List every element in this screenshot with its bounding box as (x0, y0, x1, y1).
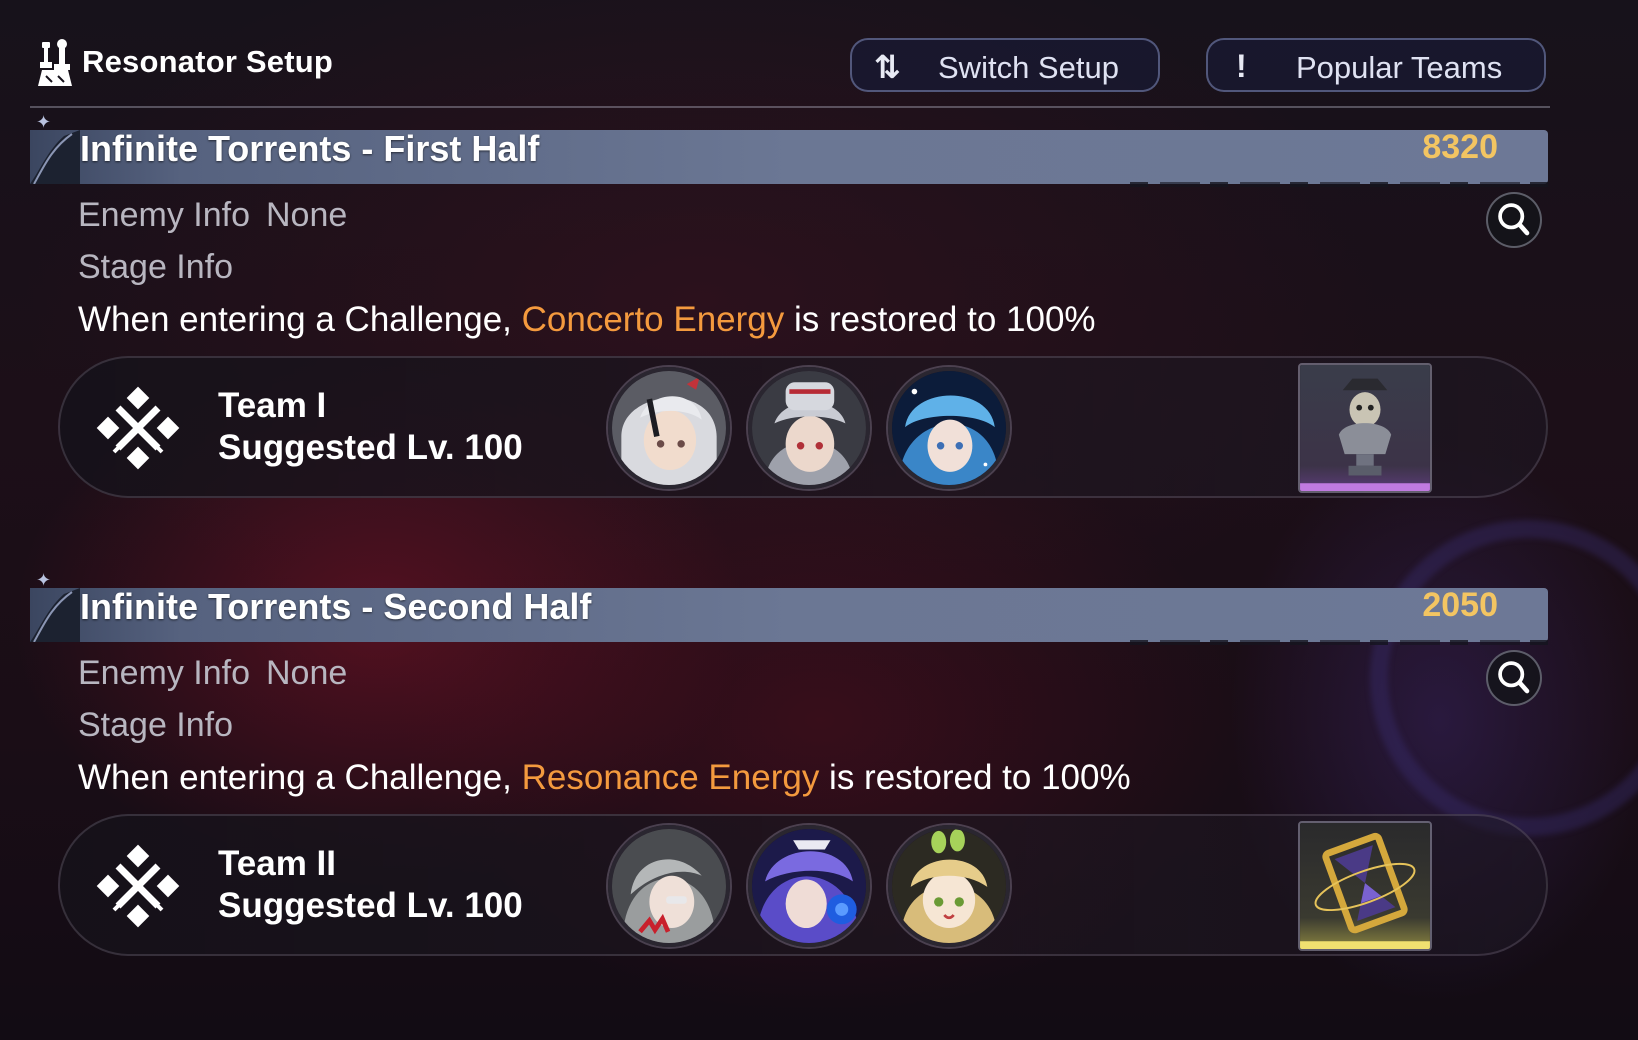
team-suggested-level: Suggested Lv. 100 (218, 886, 523, 925)
skull-bust-echo-icon[interactable] (1298, 363, 1432, 493)
enemy-search-button[interactable] (1486, 650, 1542, 706)
resonator-portrait-5[interactable] (748, 825, 870, 947)
team-suggested-level: Suggested Lv. 100 (218, 428, 523, 467)
section-score: 2050 (1422, 586, 1498, 624)
desc-highlight: Resonance Energy (521, 758, 820, 797)
switch-setup-button[interactable]: ⇅ Switch Setup (850, 38, 1160, 92)
hourglass-echo-icon[interactable] (1298, 821, 1432, 951)
chess-pieces-icon (38, 39, 72, 86)
brush-texture (1130, 640, 1550, 645)
team-card[interactable]: Team II Suggested Lv. 100 (58, 814, 1548, 956)
desc-text: is restored to 100% (784, 300, 1096, 339)
sparkle-icon: ✦ (36, 112, 52, 132)
desc-text: is restored to 100% (819, 758, 1131, 797)
brush-stroke-decoration (30, 588, 80, 642)
resonator-portrait-1[interactable] (608, 367, 730, 489)
enemy-info-value: None (265, 654, 348, 692)
enemy-info-value: None (265, 196, 348, 234)
header: Resonator Setup ⇅ Switch Setup ! Popular… (30, 30, 1550, 108)
popular-teams-button[interactable]: ! Popular Teams (1206, 38, 1546, 92)
swap-arrows-icon: ⇅ (874, 49, 901, 85)
team-name: Team I (218, 386, 327, 425)
resonator-setup-screen: Resonator Setup ⇅ Switch Setup ! Popular… (0, 0, 1638, 1040)
resonator-portrait-4[interactable] (608, 825, 730, 947)
team-name: Team II (218, 844, 337, 883)
stage-description: When entering a Challenge, Resonance Ene… (78, 758, 1131, 798)
desc-text: When entering a Challenge, (78, 758, 522, 797)
stage-info-label: Stage Info (78, 706, 234, 744)
magnifier-icon (1498, 661, 1530, 694)
team-emblem-icon (96, 844, 180, 928)
brush-stroke-decoration (30, 130, 80, 184)
brush-texture (1130, 182, 1550, 187)
challenge-section-first-half: ✦ Infinite Torrents - First Half 8320 En… (30, 112, 1550, 550)
popular-teams-label: Popular Teams (1296, 50, 1503, 85)
exclamation-icon: ! (1236, 48, 1247, 84)
challenge-section-second-half: ✦ Infinite Torrents - Second Half 2050 E… (30, 570, 1550, 1008)
enemy-search-button[interactable] (1486, 192, 1542, 248)
resonator-portrait-6[interactable] (888, 825, 1010, 947)
switch-setup-label: Switch Setup (938, 50, 1119, 85)
enemy-info-row: Enemy Info None (78, 196, 347, 235)
stage-info-label: Stage Info (78, 248, 234, 286)
section-title: Infinite Torrents - First Half (80, 128, 540, 169)
sparkle-icon: ✦ (36, 570, 52, 590)
team-card[interactable]: Team I Suggested Lv. 100 (58, 356, 1548, 498)
section-score: 8320 (1422, 128, 1498, 166)
resonator-portrait-3[interactable] (888, 367, 1010, 489)
desc-text: When entering a Challenge, (78, 300, 522, 339)
magnifier-icon (1498, 203, 1530, 236)
section-title: Infinite Torrents - Second Half (80, 586, 592, 627)
page-title: Resonator Setup (82, 44, 334, 79)
enemy-info-row: Enemy Info None (78, 654, 347, 693)
desc-highlight: Concerto Energy (521, 300, 785, 339)
team-emblem-icon (96, 386, 180, 470)
resonator-portrait-2[interactable] (748, 367, 870, 489)
enemy-info-label: Enemy Info (78, 654, 250, 692)
enemy-info-label: Enemy Info (78, 196, 250, 234)
stage-description: When entering a Challenge, Concerto Ener… (78, 300, 1096, 340)
